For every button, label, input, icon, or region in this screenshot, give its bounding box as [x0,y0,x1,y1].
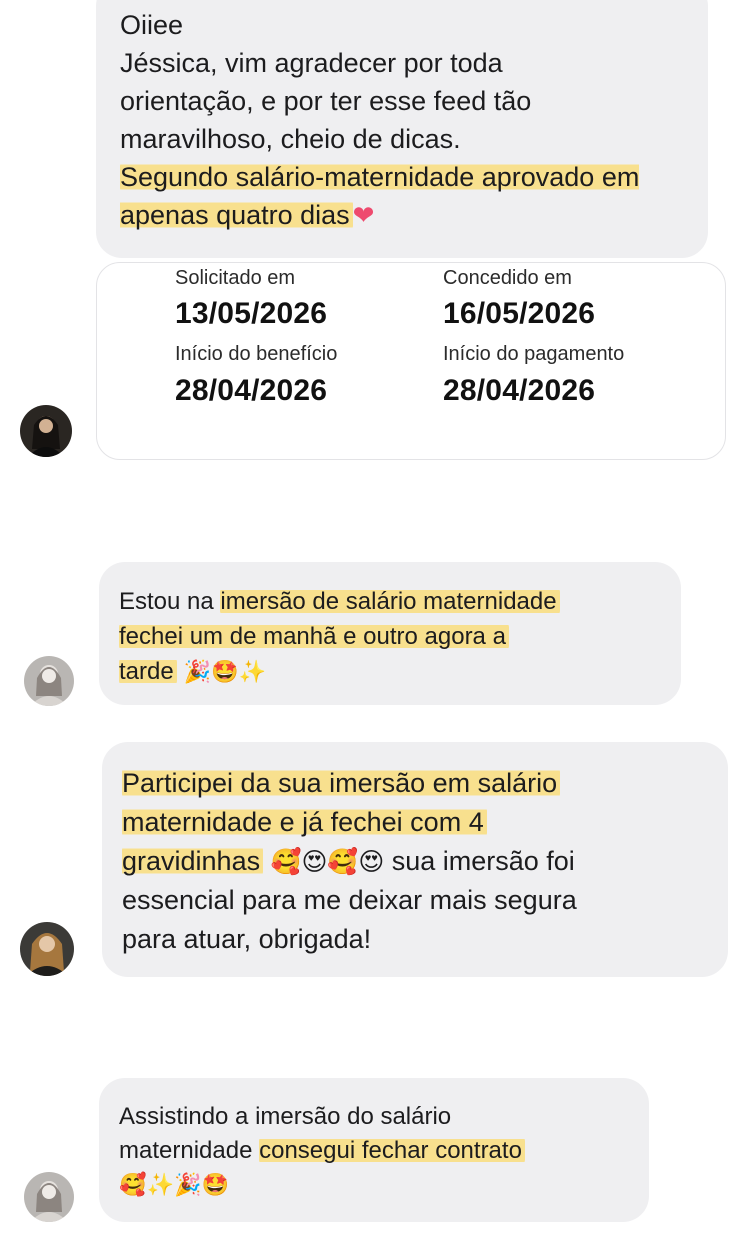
message-3-highlight-a: Participei da sua imersão em salário [122,768,561,798]
message-4-highlight: consegui fechar contrato [259,1137,525,1164]
message-bubble-3: Participei da sua imersão em salário mat… [102,742,728,977]
message-1-body: Jéssica, vim agradecer por toda orientaç… [120,48,532,154]
inicio-pagamento-label: Início do pagamento [443,343,625,365]
solicitado-label: Solicitado em [175,267,296,289]
avatar-icon[interactable] [20,405,72,457]
message-4-line-3: 🥰✨🎉🤩 [119,1168,629,1203]
concedido-value: 16/05/2026 [443,297,596,330]
avatar-icon[interactable] [20,922,74,976]
message-4-emojis: 🥰✨🎉🤩 [119,1173,229,1198]
message-bubble-4: Assistindo a imersão do salário maternid… [99,1078,649,1222]
message-1-greeting: Oiiee [120,10,184,40]
message-3-line-4: essencial para me deixar mais segura [122,885,577,915]
inicio-beneficio-label: Início do benefício [175,343,338,365]
message-4-plain-b: maternidade [119,1137,260,1164]
message-2-highlight-a: imersão de salário maternidade [220,588,560,615]
inicio-pagamento-value: 28/04/2026 [443,374,596,407]
message-3-line-5: para atuar, obrigada! [122,924,372,954]
message-bubble-2: Estou na imersão de salário maternidade … [99,562,681,705]
message-2-plain: Estou na [119,588,221,615]
message-3-highlight-c: gravidinhas [122,846,264,876]
message-3-line-2: maternidade e já fechei com 4 [122,803,708,842]
concedido-label: Concedido em [443,267,572,289]
message-3-line-3: gravidinhas 🥰😍🥰😍 sua imersão foi [122,842,708,881]
message-bubble-1: Oiiee Jéssica, vim agradecer por toda or… [96,0,708,258]
message-2-highlight-b: fechei um de manhã e outro agora a [119,623,509,650]
message-3-emojis: 🥰😍🥰😍 [270,847,385,876]
message-1-highlight-text: Segundo salário-maternidade aprovado em … [120,162,640,230]
message-4-line-2: maternidade consegui fechar contrato [119,1134,629,1168]
message-2-emojis: 🎉🤩✨ [176,660,267,685]
message-3-line-1: Participei da sua imersão em salário [122,764,708,803]
benefit-card: Solicitado em 13/05/2026 Concedido em 16… [96,262,726,460]
inicio-beneficio-value: 28/04/2026 [175,374,328,407]
avatar-icon[interactable] [24,656,74,706]
message-2-line-1: Estou na imersão de salário maternidade [119,584,661,619]
message-1-highlight: Segundo salário-maternidade aprovado em … [120,158,710,235]
heart-icon: ❤ [352,201,375,231]
message-3-rest-a: sua imersão foi [384,846,575,876]
solicitado-value: 13/05/2026 [175,297,328,330]
avatar-icon[interactable] [24,1172,74,1222]
message-2-highlight-c: tarde [119,658,177,685]
message-2-line-2: fechei um de manhã e outro agora a [119,619,661,654]
message-3-highlight-b: maternidade e já fechei com 4 [122,807,487,837]
message-2-line-3: tarde 🎉🤩✨ [119,654,661,690]
message-4-line-1: Assistindo a imersão do salário [119,1103,452,1130]
